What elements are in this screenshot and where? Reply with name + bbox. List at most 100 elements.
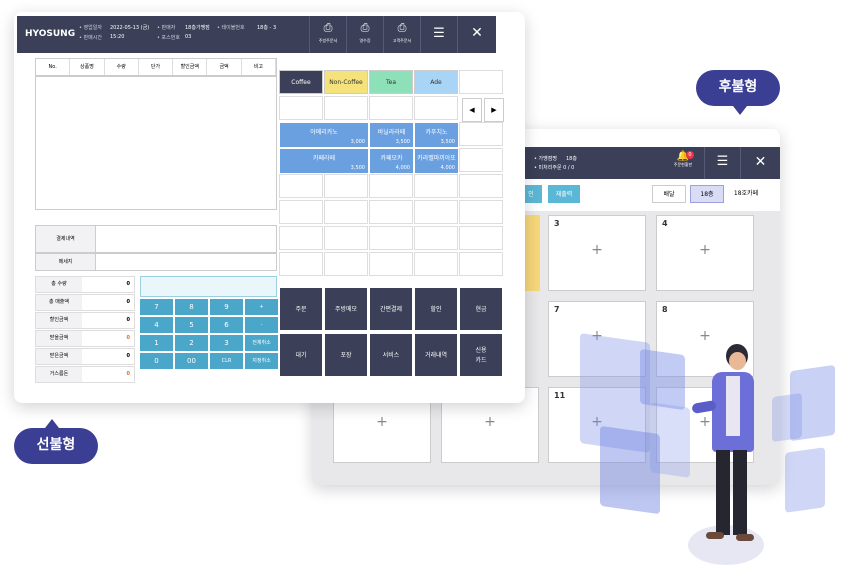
postpaid-badge: 후불형 bbox=[696, 70, 780, 106]
keypad-key[interactable]: - bbox=[245, 317, 278, 333]
menu-cell[interactable] bbox=[414, 96, 458, 120]
menu-item[interactable]: 아메리카노 3,000 bbox=[279, 122, 369, 148]
menu-cell[interactable] bbox=[414, 226, 458, 250]
menu-cell[interactable] bbox=[459, 122, 503, 146]
prepaid-badge: 선불형 bbox=[14, 428, 98, 464]
menu-cell[interactable] bbox=[279, 252, 323, 276]
category-tab[interactable]: Coffee bbox=[279, 70, 323, 94]
tab-reprint[interactable]: 재출력 bbox=[548, 185, 580, 203]
tab-delivery[interactable]: 배달 bbox=[652, 185, 686, 203]
customer-order-button[interactable]: ⎙ 고객주문서 bbox=[383, 16, 420, 53]
action-button[interactable]: 대기 bbox=[279, 333, 323, 377]
action-button[interactable]: 포장 bbox=[324, 333, 368, 377]
keypad-key[interactable]: 지정취소 bbox=[245, 353, 278, 369]
printer-icon: ⎙ bbox=[360, 21, 370, 34]
menu-cell[interactable] bbox=[369, 226, 413, 250]
menu-cell[interactable] bbox=[414, 174, 458, 198]
menu-item[interactable]: 카페모카 4,000 bbox=[369, 148, 414, 174]
menu-cell[interactable] bbox=[324, 200, 368, 224]
keypad-key[interactable]: 0 bbox=[140, 353, 173, 369]
menu-item-name: 카페라떼 bbox=[312, 155, 336, 162]
col-product: 상품명 bbox=[70, 59, 105, 75]
action-button[interactable]: 현금 bbox=[459, 287, 503, 331]
menu-cell[interactable] bbox=[279, 96, 323, 120]
payment-history-row: 결제내역 bbox=[35, 225, 277, 253]
menu-cell[interactable] bbox=[324, 174, 368, 198]
close-icon[interactable]: ✕ bbox=[740, 147, 780, 179]
menu-cell[interactable] bbox=[414, 252, 458, 276]
keypad-key[interactable]: + bbox=[245, 299, 278, 315]
menu-cell[interactable] bbox=[324, 96, 368, 120]
order-board-label: 주문현황판 bbox=[673, 162, 693, 167]
menu-icon[interactable]: ☰ bbox=[704, 147, 740, 179]
message-row: 메세지 bbox=[35, 253, 277, 271]
keypad-key[interactable]: 1 bbox=[140, 335, 173, 351]
category-tab[interactable]: Non-Coffee bbox=[324, 70, 368, 94]
menu-item-name: 카페모카 bbox=[380, 155, 403, 162]
menu-cell[interactable] bbox=[459, 70, 503, 94]
col-qty: 수량 bbox=[105, 59, 139, 75]
menu-cell[interactable] bbox=[369, 200, 413, 224]
menu-item[interactable]: 바닐라라떼 3,500 bbox=[369, 122, 414, 148]
keypad-key[interactable]: 3 bbox=[210, 335, 243, 351]
menu-cell[interactable] bbox=[279, 226, 323, 250]
tab-floor-18[interactable]: 18층 bbox=[690, 185, 724, 203]
menu-cell[interactable] bbox=[324, 226, 368, 250]
menu-cell[interactable] bbox=[459, 174, 503, 198]
action-button[interactable]: 신용 카드 bbox=[459, 333, 503, 377]
keypad-key[interactable]: 2 bbox=[175, 335, 208, 351]
kitchen-order-button[interactable]: ⎙ 주방주문서 bbox=[309, 16, 346, 53]
notify-count: 0 bbox=[686, 151, 694, 159]
action-button[interactable]: 주방메모 bbox=[324, 287, 368, 331]
menu-cell[interactable] bbox=[369, 174, 413, 198]
action-button[interactable]: 거래내역 bbox=[414, 333, 458, 377]
menu-cell[interactable] bbox=[324, 252, 368, 276]
keypad-key[interactable]: 4 bbox=[140, 317, 173, 333]
keypad-key[interactable]: 8 bbox=[175, 299, 208, 315]
keypad-key[interactable]: 7 bbox=[140, 299, 173, 315]
menu-cell[interactable] bbox=[369, 96, 413, 120]
tab-18-cafe[interactable]: 18호카페 bbox=[726, 185, 766, 203]
order-list[interactable] bbox=[35, 76, 277, 210]
table-tile[interactable]: 4 + bbox=[656, 215, 754, 291]
close-icon[interactable]: ✕ bbox=[457, 16, 496, 53]
menu-cell[interactable] bbox=[279, 174, 323, 198]
table-tile[interactable]: 3 + bbox=[548, 215, 646, 291]
postpaid-badge-pointer bbox=[733, 106, 747, 115]
keypad-key[interactable]: 5 bbox=[175, 317, 208, 333]
receipt-button[interactable]: ⎙ 영수증 bbox=[346, 16, 383, 53]
category-tab[interactable]: Tea bbox=[369, 70, 413, 94]
menu-cell[interactable] bbox=[459, 200, 503, 224]
action-button[interactable]: 할인 bbox=[414, 287, 458, 331]
summary-row: 할인금액 0 bbox=[35, 312, 135, 329]
menu-cell[interactable] bbox=[279, 200, 323, 224]
action-button[interactable]: 주문 bbox=[279, 287, 323, 331]
order-board-button[interactable]: 🔔 0 주문현황판 bbox=[668, 151, 698, 175]
action-button[interactable]: 간편결제 bbox=[369, 287, 413, 331]
prev-page-button[interactable]: ◀ bbox=[462, 98, 482, 122]
keypad-key[interactable]: 00 bbox=[175, 353, 208, 369]
menu-cell[interactable] bbox=[459, 226, 503, 250]
pending-orders: • 미처리주문 0 / 0 bbox=[534, 165, 575, 171]
menu-item[interactable]: 카푸치노 3,500 bbox=[414, 122, 459, 148]
keypad-key[interactable]: 전체취소 bbox=[245, 335, 278, 351]
menu-cell[interactable] bbox=[459, 148, 503, 172]
menu-cell[interactable] bbox=[414, 200, 458, 224]
sale-time-label: • 판매시간 bbox=[79, 35, 102, 41]
keypad-key[interactable]: 9 bbox=[210, 299, 243, 315]
menu-cell[interactable] bbox=[459, 252, 503, 276]
menu-item[interactable]: 카라멜마끼아또 4,000 bbox=[414, 148, 459, 174]
amount-display[interactable] bbox=[140, 276, 277, 297]
action-button[interactable]: 서비스 bbox=[369, 333, 413, 377]
keypad-key[interactable]: 6 bbox=[210, 317, 243, 333]
menu-item-price: 4,000 bbox=[395, 165, 410, 171]
menu-cell[interactable] bbox=[369, 252, 413, 276]
menu-item[interactable]: 카페라떼 3,500 bbox=[279, 148, 369, 174]
next-page-button[interactable]: ▶ bbox=[484, 98, 504, 122]
menu-icon[interactable]: ☰ bbox=[420, 16, 457, 53]
table-number: 18층 - 3 bbox=[257, 25, 277, 31]
seller-label: • 판매자 bbox=[157, 25, 176, 31]
col-no: No. bbox=[36, 59, 71, 75]
keypad-key[interactable]: CLR bbox=[210, 353, 243, 369]
category-tab[interactable]: Ade bbox=[414, 70, 458, 94]
